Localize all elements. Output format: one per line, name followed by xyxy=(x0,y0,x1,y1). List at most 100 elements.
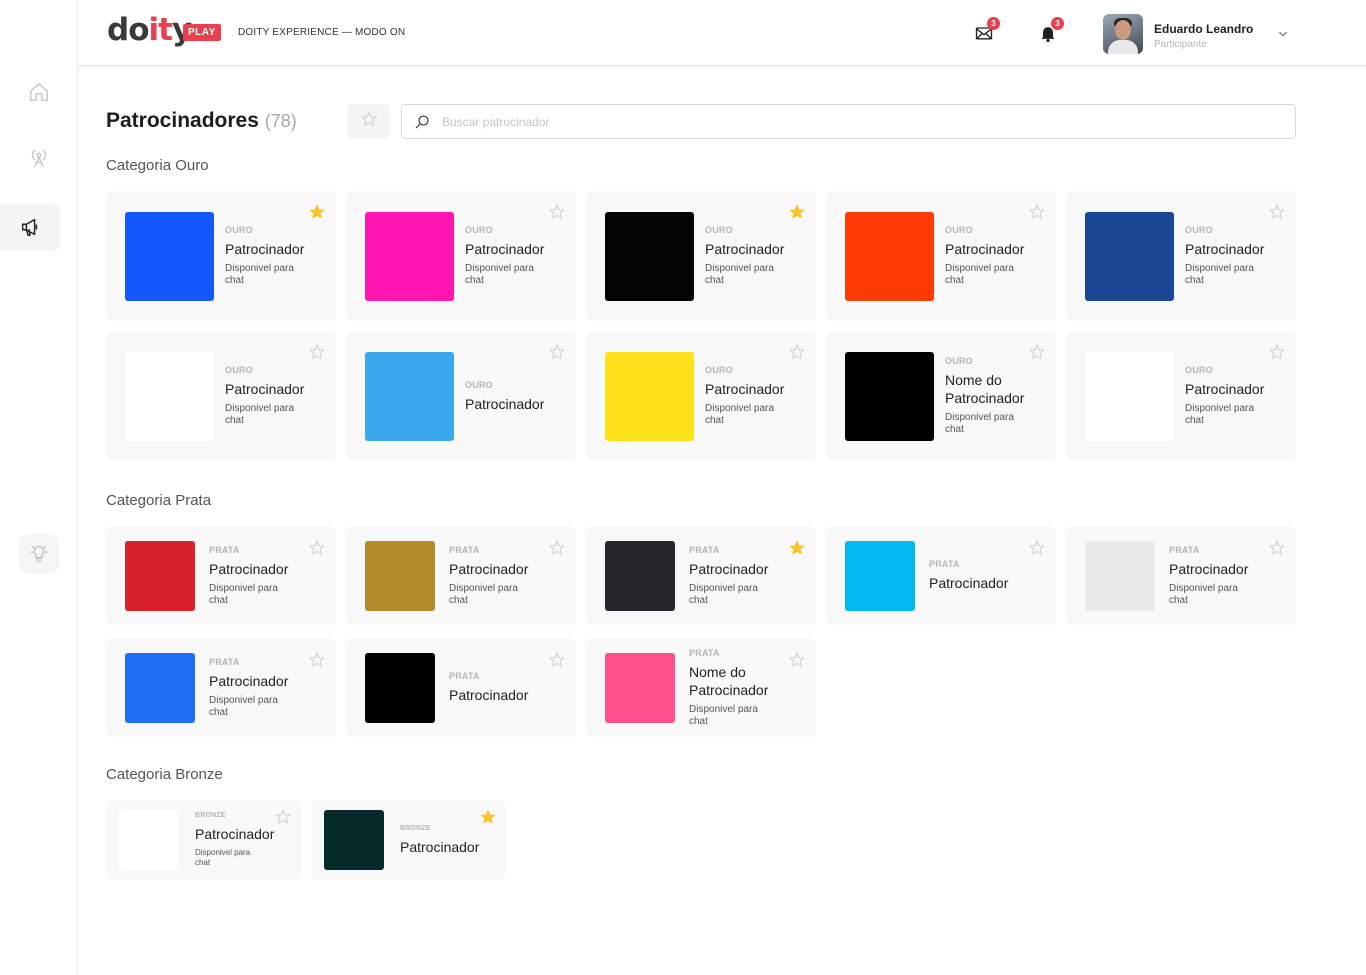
sponsor-logo xyxy=(365,352,454,441)
star-icon[interactable] xyxy=(1028,203,1046,221)
play-badge: PLAY xyxy=(183,24,221,41)
sponsor-tier: PRATA xyxy=(209,657,240,667)
sponsor-count: (78) xyxy=(264,111,297,131)
sponsor-name: Patrocinador xyxy=(945,241,1025,257)
doity-logo[interactable]: doity xyxy=(107,12,192,48)
sponsor-card[interactable]: OURO Patrocinador Disponivel para chat xyxy=(1066,331,1296,461)
sponsor-logo xyxy=(845,352,934,441)
sponsor-card[interactable]: OURO Patrocinador Disponivel para chat xyxy=(826,191,1056,321)
sponsor-card[interactable]: PRATA Patrocinador xyxy=(346,638,576,737)
sponsor-name: Patrocinador xyxy=(1185,381,1265,397)
sponsor-card[interactable]: OURO Patrocinador Disponivel para chat xyxy=(586,191,816,321)
sponsor-logo xyxy=(845,212,934,301)
sponsor-tier: OURO xyxy=(705,225,733,235)
star-filled-icon[interactable] xyxy=(308,203,326,221)
star-icon xyxy=(360,110,378,133)
star-icon[interactable] xyxy=(548,203,566,221)
sponsor-tier: OURO xyxy=(1185,365,1213,375)
sponsor-name: Patrocinador xyxy=(449,561,529,577)
user-name[interactable]: Eduardo Leandro xyxy=(1154,22,1253,36)
sponsor-card[interactable]: PRATA Nome do Patrocinador Disponivel para… xyxy=(586,638,816,737)
sponsor-tier: BRONZE xyxy=(400,825,431,832)
star-icon[interactable] xyxy=(548,343,566,361)
sponsor-tier: PRATA xyxy=(449,671,480,681)
sponsor-card[interactable]: BRONZE Patrocinador Disponivel para chat xyxy=(106,800,301,880)
messages-count-badge: 3 xyxy=(987,17,1000,30)
star-icon[interactable] xyxy=(1268,539,1286,557)
sponsor-card[interactable]: OURO Patrocinador Disponivel para chat xyxy=(346,191,576,321)
sponsor-logo xyxy=(1085,541,1155,611)
sidebar-item-sponsors[interactable] xyxy=(0,203,60,251)
star-icon[interactable] xyxy=(308,651,326,669)
sponsor-card[interactable]: OURO Nome do Patrocinador Disponivel para … xyxy=(826,331,1056,461)
star-icon[interactable] xyxy=(1028,343,1046,361)
sponsor-name: Nome do Patrocinador xyxy=(689,664,769,698)
sponsor-name: Patrocinador xyxy=(209,673,289,689)
star-icon[interactable] xyxy=(548,651,566,669)
star-icon[interactable] xyxy=(308,343,326,361)
sidebar-item-home[interactable] xyxy=(25,78,53,106)
sponsor-card[interactable]: PRATA Patrocinador Disponivel para chat xyxy=(586,526,816,625)
star-icon[interactable] xyxy=(548,539,566,557)
sponsor-logo xyxy=(845,541,915,611)
top-header: doity PLAY DOITY EXPERIENCE — MODO ON 3 … xyxy=(78,0,1366,66)
sponsor-availability: Disponivel para chat xyxy=(195,848,251,867)
star-icon[interactable] xyxy=(1028,539,1046,557)
home-icon xyxy=(30,83,48,101)
sponsor-card[interactable]: PRATA Patrocinador Disponivel para chat xyxy=(346,526,576,625)
sponsor-logo xyxy=(1085,352,1174,441)
star-icon[interactable] xyxy=(788,343,806,361)
sponsor-availability: Disponivel para chat xyxy=(225,403,294,426)
sidebar-item-ideas[interactable] xyxy=(19,534,59,574)
star-icon[interactable] xyxy=(274,808,292,826)
search-input[interactable] xyxy=(442,105,1282,138)
avatar[interactable] xyxy=(1103,14,1143,54)
sponsor-card[interactable]: OURO Patrocinador Disponivel para chat xyxy=(106,191,336,321)
sidebar xyxy=(0,0,78,975)
sponsor-logo xyxy=(365,541,435,611)
user-role: Participante xyxy=(1154,39,1207,50)
sponsor-card[interactable]: PRATA Patrocinador Disponivel para chat xyxy=(106,638,336,737)
star-filled-icon[interactable] xyxy=(788,203,806,221)
star-icon[interactable] xyxy=(308,539,326,557)
sponsor-card[interactable]: OURO Patrocinador Disponivel para chat xyxy=(586,331,816,461)
sponsor-logo xyxy=(324,810,384,870)
sponsor-card[interactable]: OURO Patrocinador xyxy=(346,331,576,461)
sponsor-tier: PRATA xyxy=(689,648,720,658)
sponsor-logo xyxy=(119,810,179,870)
sponsor-name: Patrocinador xyxy=(705,381,785,397)
sponsor-name: Patrocinador xyxy=(195,826,275,842)
search-icon xyxy=(415,115,429,129)
sponsor-card[interactable]: BRONZE Patrocinador xyxy=(311,800,506,880)
star-icon[interactable] xyxy=(1268,343,1286,361)
star-icon[interactable] xyxy=(1268,203,1286,221)
sponsor-card[interactable]: PRATA Patrocinador Disponivel para chat xyxy=(1066,526,1296,625)
sponsor-logo xyxy=(1085,212,1174,301)
sponsor-tier: BRONZE xyxy=(195,812,226,819)
sponsor-name: Patrocinador xyxy=(209,561,289,577)
sponsor-availability: Disponivel para chat xyxy=(705,263,774,286)
favorites-filter-button[interactable] xyxy=(347,104,390,139)
sponsor-card[interactable]: PRATA Patrocinador xyxy=(826,526,1056,625)
notifications-count-badge: 3 xyxy=(1051,17,1064,30)
sponsor-name: Patrocinador xyxy=(1185,241,1265,257)
sidebar-item-live[interactable] xyxy=(25,143,53,171)
sponsor-name: Patrocinador xyxy=(1169,561,1249,577)
sponsor-logo xyxy=(125,541,195,611)
notifications-button[interactable]: 3 xyxy=(1035,17,1064,46)
star-filled-icon[interactable] xyxy=(479,808,497,826)
sponsor-name: Patrocinador xyxy=(400,839,480,855)
sponsor-availability: Disponivel para chat xyxy=(689,704,758,727)
sponsor-card[interactable]: OURO Patrocinador Disponivel para chat xyxy=(1066,191,1296,321)
sponsor-card[interactable]: PRATA Patrocinador Disponivel para chat xyxy=(106,526,336,625)
sponsor-logo xyxy=(365,653,435,723)
sponsor-card[interactable]: OURO Patrocinador Disponivel para chat xyxy=(106,331,336,461)
sponsor-name: Patrocinador xyxy=(465,396,545,412)
sponsor-name: Nome do Patrocinador xyxy=(945,372,1025,406)
sponsor-name: Patrocinador xyxy=(689,561,769,577)
user-menu-toggle[interactable] xyxy=(1276,27,1290,46)
sponsor-name: Patrocinador xyxy=(929,575,1009,591)
messages-button[interactable]: 3 xyxy=(971,17,1000,46)
star-filled-icon[interactable] xyxy=(788,539,806,557)
sponsor-tier: PRATA xyxy=(689,545,720,555)
